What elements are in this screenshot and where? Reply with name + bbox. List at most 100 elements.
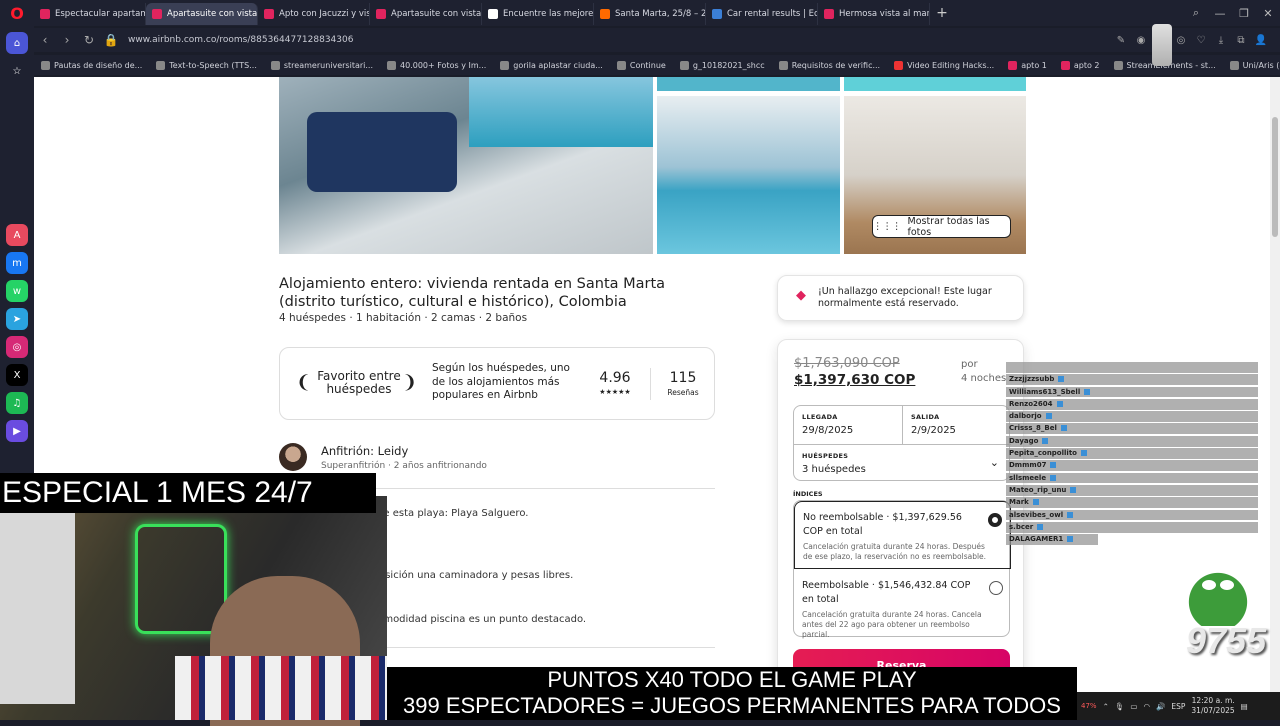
home-icon[interactable]: ⌂ (6, 32, 28, 54)
chevron-down-icon[interactable]: ⌄ (990, 456, 999, 469)
chat-line: Crisss_8_Bel (1006, 423, 1258, 435)
messenger-icon[interactable]: m (6, 252, 28, 274)
back-icon[interactable]: ‹ (34, 33, 56, 47)
spotify-icon[interactable]: ♫ (6, 392, 28, 414)
tab-2[interactable]: Apto con Jacuzzi y vista a (258, 3, 370, 25)
minimize-icon[interactable]: — (1208, 7, 1232, 20)
guests-field[interactable]: HUÉSPEDES 3 huéspedes (794, 445, 1011, 483)
sub-badge-icon (1080, 450, 1087, 457)
instagram-icon[interactable]: ◎ (6, 336, 28, 358)
radio-unselected[interactable] (989, 581, 1003, 595)
camera-icon[interactable]: ◉ (1134, 35, 1148, 46)
battery-icon[interactable]: ▭ (1130, 702, 1137, 711)
tab-7[interactable]: Hermosa vista al mar fren (818, 3, 930, 25)
car-rental-icon (712, 9, 722, 19)
pepe-emote-icon (1186, 566, 1250, 626)
bookmark-5[interactable]: Continue (610, 60, 673, 70)
bookmark-8[interactable]: Video Editing Hacks... (887, 60, 1001, 70)
bookmark-6[interactable]: g_10182021_shcc (673, 60, 772, 70)
tab-0[interactable]: Espectacular apartamento (34, 3, 146, 25)
extensions-icon[interactable]: ⧉ (1234, 35, 1248, 46)
maximize-icon[interactable]: ❐ (1232, 7, 1256, 20)
tab-label: Apartasuite con vista al m (391, 9, 482, 19)
show-all-photos-button[interactable]: ⋮⋮⋮ Mostrar todas las fotos (872, 215, 1011, 238)
reload-icon[interactable]: ↻ (78, 33, 100, 47)
bookmark-7[interactable]: Requisitos de verific... (772, 60, 887, 70)
discounted-price[interactable]: $1,397,630 COP (794, 372, 915, 388)
download-icon[interactable]: ⤓ (1214, 35, 1228, 46)
eye-icon[interactable]: ◎ (1174, 35, 1188, 46)
bookmark-9[interactable]: apto 1 (1001, 60, 1054, 70)
rare-find-card: ◆ ¡Un hallazgo excepcional! Este lugar n… (777, 275, 1024, 321)
search-icon[interactable]: ⌕ (1184, 6, 1208, 20)
clock[interactable]: 12:20 a. m. 31/07/2025 (1191, 696, 1234, 716)
checkout-field[interactable]: SALIDA 2/9/2025 (903, 406, 1011, 444)
notification-icon[interactable]: ▤ (1241, 702, 1248, 711)
edit-icon[interactable]: ✎ (1114, 35, 1128, 46)
aria-icon[interactable]: A (6, 224, 28, 246)
chevron-up-icon[interactable]: ⌃ (1103, 702, 1109, 711)
rate-options: No reembolsable · $1,397,629.56 COP en t… (793, 500, 1011, 639)
tab-6[interactable]: Car rental results | Econo (706, 3, 818, 25)
bookmark-1[interactable]: Text-to-Speech (TTS... (149, 60, 264, 70)
photo-pool[interactable] (657, 96, 840, 254)
x-icon[interactable]: X (6, 364, 28, 386)
chat-line: dalborjo (1006, 411, 1258, 422)
volume-icon[interactable]: 🔊 (1156, 702, 1165, 711)
new-tab-icon[interactable]: + (930, 5, 954, 21)
photo-living-room[interactable] (279, 77, 653, 254)
nights-label: 4 noches (961, 373, 1007, 384)
checkin-field[interactable]: LLEGADA 29/8/2025 (794, 406, 902, 444)
mouse-cursor-icon (1152, 24, 1172, 66)
microphone-icon[interactable]: 🎙 (1115, 702, 1125, 711)
tab-3[interactable]: Apartasuite con vista al m (370, 3, 482, 25)
rating-value: 4.96 (599, 370, 631, 386)
bookmark-label: 40.000+ Fotos y Im... (400, 60, 487, 70)
guest-favorite-box[interactable]: ❨ Favorito entre huéspedes ❩ Según los h… (279, 347, 715, 420)
bookmark-0[interactable]: Pautas de diseño de... (34, 60, 149, 70)
star-icon[interactable]: ☆ (6, 60, 28, 82)
grid-icon: ⋮⋮⋮ (873, 221, 902, 232)
sub-badge-icon (1050, 462, 1057, 469)
host-avatar[interactable] (279, 443, 307, 471)
chat-line: Pepita_conpollito (1006, 448, 1258, 459)
sub-badge-icon (1045, 413, 1052, 420)
rate-option-nonrefundable[interactable]: No reembolsable · $1,397,629.56 COP en t… (794, 501, 1011, 569)
per-label: por (961, 359, 978, 370)
photo-top-2[interactable] (844, 77, 1026, 91)
airbnb-icon (152, 9, 162, 19)
tab-4[interactable]: Encuentre las mejores ofe (482, 3, 594, 25)
bookmark-icon (616, 60, 626, 70)
radio-selected[interactable] (988, 513, 1002, 527)
tab-1[interactable]: Apartasuite con vista al m (146, 3, 258, 25)
lock-icon[interactable]: 🔒 (100, 33, 122, 47)
airbnb-icon (1008, 60, 1018, 70)
host-meta: Superanfitrión · 2 años anfitrionando (321, 461, 487, 471)
whatsapp-icon[interactable]: w (6, 280, 28, 302)
player-icon[interactable]: ▶ (6, 420, 28, 442)
tab-5[interactable]: Santa Marta, 25/8 – 29/8 (594, 3, 706, 25)
bookmark-label: streameruniversitari... (283, 60, 373, 70)
heart-icon[interactable]: ♡ (1194, 35, 1208, 46)
forward-icon[interactable]: › (56, 33, 78, 47)
telegram-icon[interactable]: ➤ (6, 308, 28, 330)
bookmark-10[interactable]: apto 2 (1054, 60, 1107, 70)
bookmark-label: g_10182021_shcc (692, 60, 765, 70)
photo-top-1[interactable] (657, 77, 840, 91)
bookmark-4[interactable]: gorila aplastar ciuda... (493, 60, 610, 70)
profile-icon[interactable]: 👤 (1254, 35, 1268, 46)
rate-option-refundable[interactable]: Reembolsable · $1,546,432.84 COP en tota… (794, 569, 1011, 639)
language-label[interactable]: ESP (1171, 702, 1185, 711)
page-scrollbar[interactable] (1270, 77, 1280, 720)
bookmark-3[interactable]: 40.000+ Fotos y Im... (380, 60, 493, 70)
bookmark-label: apto 1 (1021, 60, 1047, 70)
close-icon[interactable]: ✕ (1256, 7, 1280, 20)
wifi-icon[interactable]: ◠ (1143, 702, 1150, 711)
url-field[interactable]: www.airbnb.com.co/rooms/8853644771288343… (122, 30, 1114, 50)
bookmark-12[interactable]: Uni/Aris (@streame... (1223, 60, 1280, 70)
host-name: Anfitrión: Leidy (321, 444, 409, 458)
bookmark-icon (679, 60, 689, 70)
opera-logo-icon[interactable]: O (0, 0, 34, 26)
tiktok-icon (1229, 60, 1239, 70)
bookmark-2[interactable]: streameruniversitari... (264, 60, 380, 70)
